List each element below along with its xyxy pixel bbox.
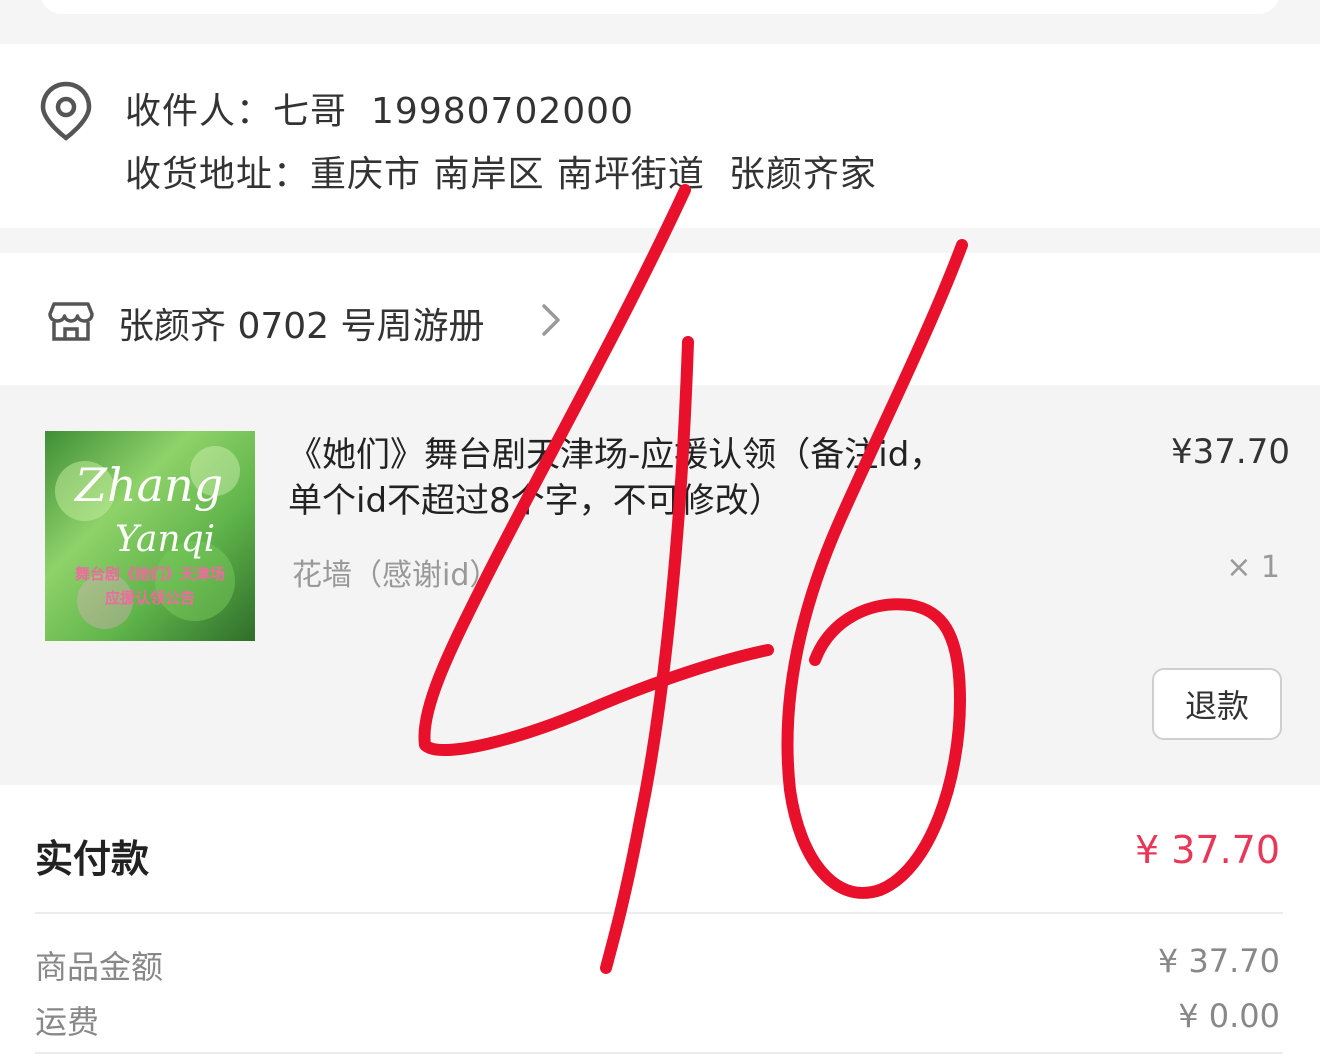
paid-value: ¥ 37.70 <box>1134 828 1280 872</box>
address-line: 收货地址：重庆市 南岸区 南坪街道 张颜齐家 <box>125 145 877 197</box>
address-section[interactable] <box>0 44 1320 228</box>
product-quantity: × 1 <box>1226 550 1280 585</box>
refund-button[interactable]: 退款 <box>1152 668 1282 740</box>
recipient-line: 收件人：七哥 19980702000 <box>125 82 634 134</box>
product-price: ¥37.70 <box>1171 432 1290 472</box>
product-title[interactable]: 《她们》舞台剧天津场-应援认领（备注id，单个id不超过8个字，不可修改） <box>288 432 948 524</box>
shipping-label: 运费 <box>35 1003 100 1041</box>
divider <box>35 1052 1283 1054</box>
thumb-caption-1: 舞台剧《她们》天津场 <box>75 565 225 583</box>
address-value: 重庆市 南岸区 南坪街道 <box>310 154 705 195</box>
top-card <box>40 0 1280 14</box>
shipping-value: ¥ 0.00 <box>1178 997 1280 1035</box>
address-detail: 张颜齐家 <box>728 154 877 195</box>
product-spec: 花墙（感谢id） <box>292 558 500 593</box>
recipient-name: 七哥 <box>273 91 348 132</box>
payment-section <box>0 785 1320 1056</box>
shop-name[interactable]: 张颜齐 0702 号周游册 <box>118 297 485 349</box>
recipient-label: 收件人： <box>125 91 274 132</box>
chevron-right-icon[interactable] <box>540 302 562 342</box>
goods-amount-value: ¥ 37.70 <box>1157 942 1280 980</box>
thumb-title-1: Zhang <box>73 458 223 512</box>
recipient-phone: 19980702000 <box>371 91 634 132</box>
store-icon <box>48 300 94 346</box>
address-label: 收货地址： <box>125 154 311 195</box>
paid-label: 实付款 <box>35 837 150 881</box>
thumb-title-2: Yanqi <box>115 519 215 560</box>
product-thumbnail[interactable]: Zhang Yanqi 舞台剧《她们》天津场 应援认领公告 <box>45 431 255 641</box>
goods-amount-label: 商品金额 <box>35 948 164 986</box>
divider <box>35 912 1283 914</box>
thumb-caption-2: 应援认领公告 <box>105 589 195 607</box>
location-icon <box>38 80 94 146</box>
